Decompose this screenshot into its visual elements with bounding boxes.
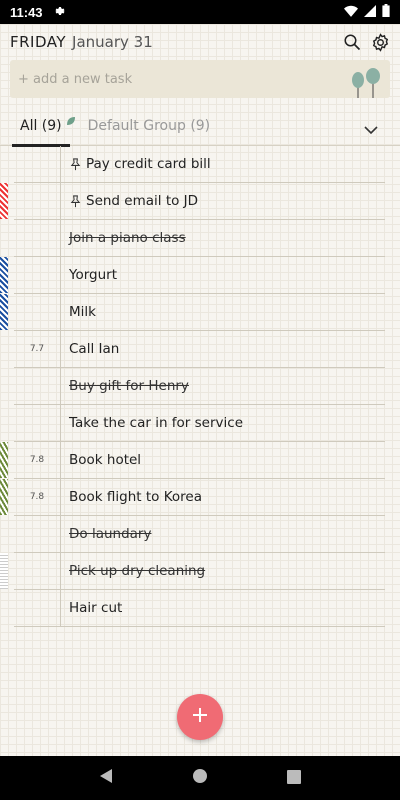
task-row[interactable]: 7.8 Book hotel (0, 442, 385, 479)
task-title: Do laundary (61, 526, 151, 542)
back-icon[interactable] (99, 768, 113, 788)
tab-default-group-label: Default Group (9) (87, 117, 211, 134)
add-task-input[interactable] (18, 71, 318, 87)
task-date (14, 590, 61, 626)
task-row[interactable]: 7.8 Book flight to Korea (0, 479, 385, 516)
task-date (14, 146, 61, 182)
battery-icon (382, 4, 390, 20)
gear-status-icon (53, 5, 65, 20)
wifi-icon (344, 5, 358, 20)
status-bar: 11:43 (0, 0, 400, 24)
task-title: Join a piano class (61, 230, 186, 246)
color-marker (0, 553, 8, 589)
task-row[interactable]: Hair cut (14, 590, 385, 627)
plus-icon (191, 706, 209, 728)
tab-all-label: All (9) (20, 117, 62, 134)
task-title-text: Pay credit card bill (86, 156, 211, 172)
header: FRIDAY January 31 (0, 24, 400, 60)
task-title: Hair cut (61, 600, 122, 616)
date-label: January 31 (72, 33, 153, 51)
task-row[interactable]: Milk (0, 294, 385, 331)
task-row[interactable]: Buy gift for Henry (14, 368, 385, 405)
task-date (14, 553, 61, 589)
task-title: Pick up dry cleaning (61, 563, 205, 579)
color-marker (0, 442, 8, 478)
task-row[interactable]: 7.7 Call Ian (14, 331, 385, 368)
task-row[interactable]: Pay credit card bill (14, 146, 385, 183)
pin-icon (69, 194, 82, 208)
task-row[interactable]: Take the car in for service (14, 405, 385, 442)
task-date (14, 257, 61, 293)
task-date (14, 183, 61, 219)
task-title: Buy gift for Henry (61, 378, 189, 394)
task-title-text: Do laundary (69, 526, 152, 542)
task-date (14, 368, 61, 404)
tab-default-group[interactable]: Default Group (9) (80, 106, 219, 146)
settings-gear-icon[interactable] (370, 32, 390, 52)
search-icon[interactable] (342, 32, 362, 52)
task-title-text: Buy gift for Henry (69, 378, 189, 394)
home-icon[interactable] (192, 768, 208, 788)
task-date: 7.8 (14, 479, 61, 515)
task-title-text: Join a piano class (69, 230, 186, 246)
color-marker (0, 183, 8, 219)
trees-icon (350, 68, 384, 102)
group-tabs: All (9) Default Group (9) (0, 106, 400, 147)
task-title: Pay credit card bill (61, 156, 211, 172)
task-title: Take the car in for service (61, 415, 243, 431)
task-date (14, 294, 61, 330)
task-title-text: Call Ian (69, 341, 120, 357)
recents-icon[interactable] (286, 769, 301, 788)
color-marker (0, 294, 8, 330)
task-row[interactable]: Pick up dry cleaning (0, 553, 385, 590)
task-title: Book flight to Korea (61, 489, 202, 505)
task-title-text: Yorgurt (69, 267, 117, 283)
day-label: FRIDAY (10, 33, 67, 51)
color-marker (0, 479, 8, 515)
chevron-down-icon[interactable] (364, 120, 378, 139)
status-time: 11:43 (10, 4, 43, 20)
task-title: Yorgurt (61, 267, 117, 283)
pin-icon (69, 157, 82, 171)
signal-icon (364, 4, 376, 20)
task-row[interactable]: Do laundary (14, 516, 385, 553)
task-date: 7.8 (14, 442, 61, 478)
task-row[interactable]: Yorgurt (0, 257, 385, 294)
task-title-text: Milk (69, 304, 96, 320)
task-title: Call Ian (61, 341, 119, 357)
task-title: Send email to JD (61, 193, 198, 209)
task-date (14, 405, 61, 441)
task-list: Pay credit card bill Send email to JD Join… (0, 146, 400, 627)
color-marker (0, 257, 8, 293)
tab-all[interactable]: All (9) (12, 106, 75, 147)
task-row[interactable]: Join a piano class (14, 220, 385, 257)
add-task-fab[interactable] (177, 694, 223, 740)
task-date (14, 516, 61, 552)
task-title-text: Book flight to Korea (69, 489, 202, 505)
task-row[interactable]: Send email to JD (0, 183, 385, 220)
task-title-text: Pick up dry cleaning (69, 563, 206, 579)
task-title: Milk (61, 304, 96, 320)
task-title: Book hotel (61, 452, 141, 468)
system-nav-bar (0, 756, 400, 800)
add-task-bar[interactable] (10, 60, 390, 98)
task-date (14, 220, 61, 256)
task-date: 7.7 (14, 331, 61, 367)
task-title-text: Send email to JD (86, 193, 199, 209)
task-title-text: Take the car in for service (69, 415, 244, 431)
leaf-icon (66, 114, 76, 130)
task-title-text: Hair cut (69, 600, 123, 616)
task-title-text: Book hotel (69, 452, 142, 468)
